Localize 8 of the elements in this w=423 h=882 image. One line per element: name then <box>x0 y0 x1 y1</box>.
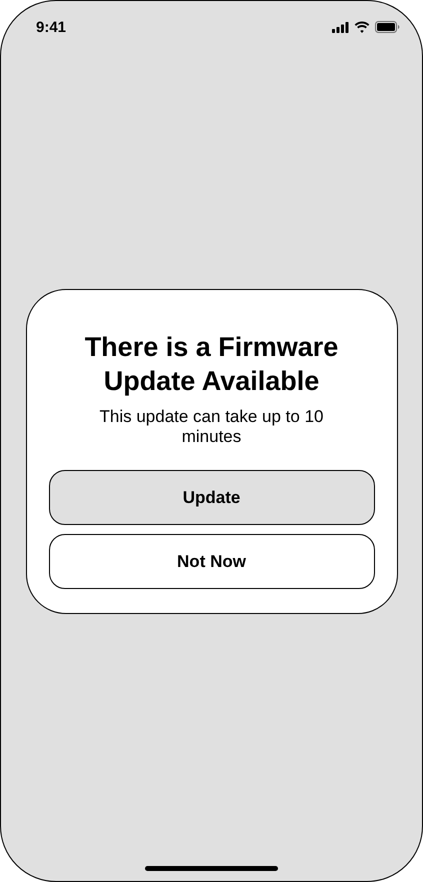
dialog-button[interactable]: Not Now <box>48 534 374 589</box>
status-time: 9:41 <box>36 18 66 36</box>
signal-icon <box>332 22 349 32</box>
wifi-icon <box>354 21 370 33</box>
dialog-message: This update can take up to 10 minutes <box>98 407 324 447</box>
dialog-button[interactable]: Update <box>48 470 374 525</box>
battery-icon <box>375 21 400 33</box>
dialog-title: There is a Firmware Update Available <box>84 331 340 398</box>
